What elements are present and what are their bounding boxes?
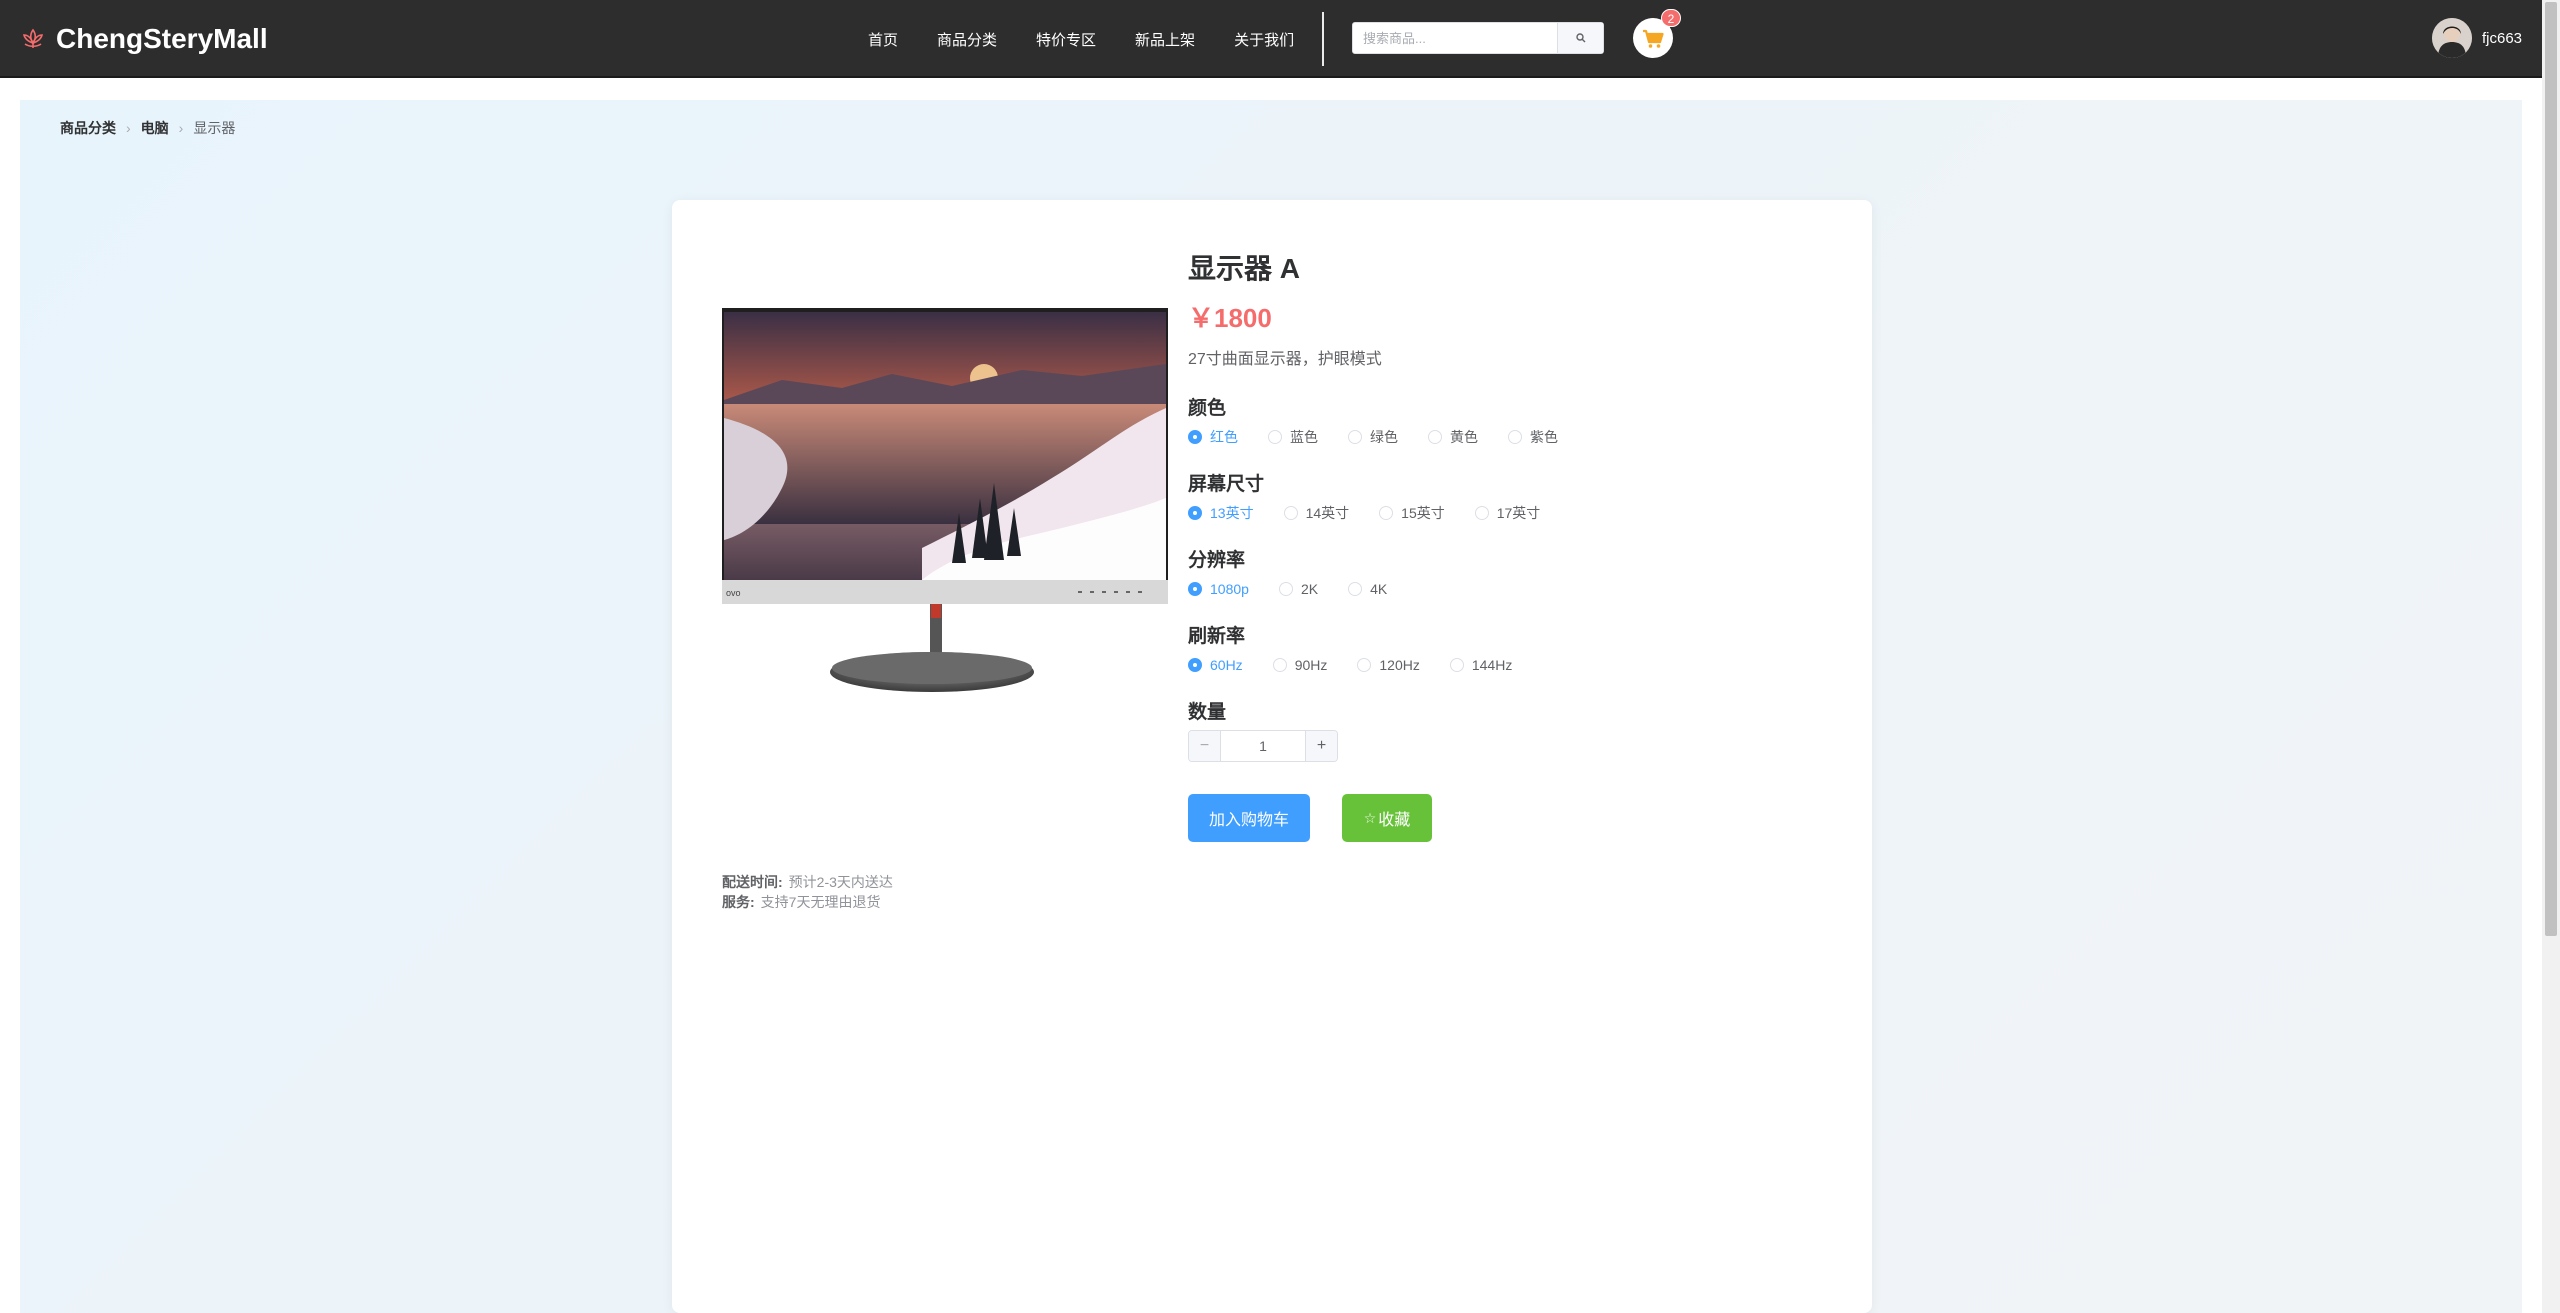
add-to-cart-button[interactable]: 加入购物车 bbox=[1188, 794, 1310, 842]
radio-refresh-120[interactable]: 120Hz bbox=[1357, 657, 1420, 673]
cart-button[interactable]: 2 bbox=[1633, 9, 1681, 58]
radio-group-resolution: 1080p 2K 4K bbox=[1188, 576, 1828, 602]
nav-new-arrivals[interactable]: 新品上架 bbox=[1135, 29, 1195, 50]
search-icon bbox=[1575, 33, 1585, 43]
chevron-right-icon: › bbox=[126, 120, 131, 136]
radio-group-refresh: 60Hz 90Hz 120Hz 144Hz bbox=[1188, 652, 1828, 678]
delivery-info: 配送时间: 预计2-3天内送达 服务: 支持7天无理由退货 bbox=[722, 872, 893, 912]
plus-icon[interactable]: + bbox=[1305, 731, 1337, 761]
nav-categories[interactable]: 商品分类 bbox=[937, 29, 997, 50]
scrollbar-thumb[interactable] bbox=[2545, 2, 2557, 936]
breadcrumb-item-categories[interactable]: 商品分类 bbox=[60, 118, 116, 138]
radio-size-13[interactable]: 13英寸 bbox=[1188, 503, 1254, 523]
username: fjc663 bbox=[2482, 29, 2523, 47]
nav-home[interactable]: 首页 bbox=[868, 29, 898, 50]
search-box bbox=[1352, 22, 1604, 54]
radio-size-17[interactable]: 17英寸 bbox=[1474, 503, 1540, 523]
breadcrumb-item-computer[interactable]: 电脑 bbox=[141, 118, 169, 138]
user-menu[interactable]: fjc663 bbox=[2432, 18, 2522, 58]
product-price: ￥1800 bbox=[1188, 303, 1272, 333]
quantity-input[interactable] bbox=[1221, 731, 1305, 761]
brand-logo[interactable]: ChengSteryMall bbox=[20, 20, 268, 58]
top-navbar: ChengSteryMall 首页 商品分类 特价专区 新品上架 关于我们 2 bbox=[0, 0, 2542, 78]
option-screen-size: 屏幕尺寸 13英寸 14英寸 15英寸 17英寸 bbox=[1188, 472, 1828, 526]
delivery-time-label: 配送时间: bbox=[722, 874, 783, 890]
nav-specials[interactable]: 特价专区 bbox=[1036, 29, 1096, 50]
chevron-right-icon: › bbox=[178, 120, 184, 136]
avatar bbox=[2432, 18, 2472, 58]
option-resolution: 分辨率 1080p 2K 4K bbox=[1188, 548, 1828, 602]
radio-color-yellow[interactable]: 黄色 bbox=[1428, 427, 1478, 447]
option-label: 分辨率 bbox=[1188, 550, 1246, 571]
option-refresh-rate: 刷新率 60Hz 90Hz 120Hz 144Hz bbox=[1188, 624, 1828, 678]
main-nav: 首页 商品分类 特价专区 新品上架 关于我们 bbox=[868, 24, 1333, 54]
product-info: 显示器 A ￥1800 27寸曲面显示器，护眼模式 颜色 红色 蓝色 绿色 黄色… bbox=[1188, 250, 1828, 842]
radio-resolution-2k[interactable]: 2K bbox=[1278, 581, 1318, 597]
search-button[interactable] bbox=[1557, 23, 1603, 53]
option-quantity: 数量 − + bbox=[1188, 700, 1828, 762]
option-color: 颜色 红色 蓝色 绿色 黄色 紫色 bbox=[1188, 396, 1828, 450]
lotus-logo-icon bbox=[22, 28, 44, 48]
nav-about[interactable]: 关于我们 bbox=[1234, 29, 1294, 50]
radio-color-purple[interactable]: 紫色 bbox=[1508, 427, 1558, 447]
star-icon: ☆ bbox=[1363, 809, 1377, 826]
svg-text:ovo: ovo bbox=[726, 588, 741, 598]
option-label: 刷新率 bbox=[1188, 626, 1246, 647]
radio-size-14[interactable]: 14英寸 bbox=[1283, 503, 1349, 523]
quantity-stepper: − + bbox=[1188, 730, 1338, 762]
action-buttons: 加入购物车 ☆ 收藏 bbox=[1188, 794, 1828, 842]
search-input[interactable] bbox=[1353, 23, 1557, 53]
breadcrumb-current: 显示器 bbox=[193, 120, 236, 136]
brand-name: ChengSteryMall bbox=[56, 23, 268, 54]
radio-refresh-90[interactable]: 90Hz bbox=[1272, 657, 1327, 673]
option-label: 屏幕尺寸 bbox=[1188, 474, 1265, 495]
radio-refresh-144[interactable]: 144Hz bbox=[1449, 657, 1512, 673]
product-image: ovo bbox=[722, 308, 1168, 692]
product-title: 显示器 A bbox=[1188, 253, 1301, 284]
product-card: ovo 配送时间: 预计2-3天内送达 服务: 支持7天无理由退货 显示器 A ￥1… bbox=[672, 200, 1872, 1313]
radio-size-15[interactable]: 15英寸 bbox=[1379, 503, 1445, 523]
radio-color-green[interactable]: 绿色 bbox=[1348, 427, 1398, 447]
option-label: 颜色 bbox=[1188, 398, 1227, 419]
radio-color-blue[interactable]: 蓝色 bbox=[1268, 427, 1318, 447]
product-description: 27寸曲面显示器，护眼模式 bbox=[1188, 351, 1382, 368]
cart-count-badge: 2 bbox=[1661, 9, 1681, 27]
favorite-label: 收藏 bbox=[1378, 812, 1411, 829]
page-scrollbar[interactable] bbox=[2542, 0, 2560, 1313]
service-value: 支持7天无理由退货 bbox=[760, 894, 881, 910]
radio-resolution-4k[interactable]: 4K bbox=[1348, 581, 1387, 597]
breadcrumb: 商品分类 › 电脑 › 显示器 bbox=[60, 118, 235, 138]
main-content: 商品分类 › 电脑 › 显示器 ovo 配送时间: 预计2-3天内送达 服务: … bbox=[20, 100, 2522, 1313]
favorite-button[interactable]: ☆ 收藏 bbox=[1342, 794, 1432, 842]
radio-group-size: 13英寸 14英寸 15英寸 17英寸 bbox=[1188, 500, 1828, 526]
minus-icon[interactable]: − bbox=[1189, 731, 1221, 761]
delivery-time-value: 预计2-3天内送达 bbox=[788, 874, 893, 890]
radio-refresh-60[interactable]: 60Hz bbox=[1188, 657, 1243, 673]
quantity-label: 数量 bbox=[1188, 702, 1227, 723]
radio-group-color: 红色 蓝色 绿色 黄色 紫色 bbox=[1188, 424, 1828, 450]
radio-color-red[interactable]: 红色 bbox=[1188, 427, 1238, 447]
service-label: 服务: bbox=[722, 894, 755, 910]
radio-resolution-1080p[interactable]: 1080p bbox=[1188, 581, 1249, 597]
nav-divider bbox=[1322, 12, 1324, 66]
